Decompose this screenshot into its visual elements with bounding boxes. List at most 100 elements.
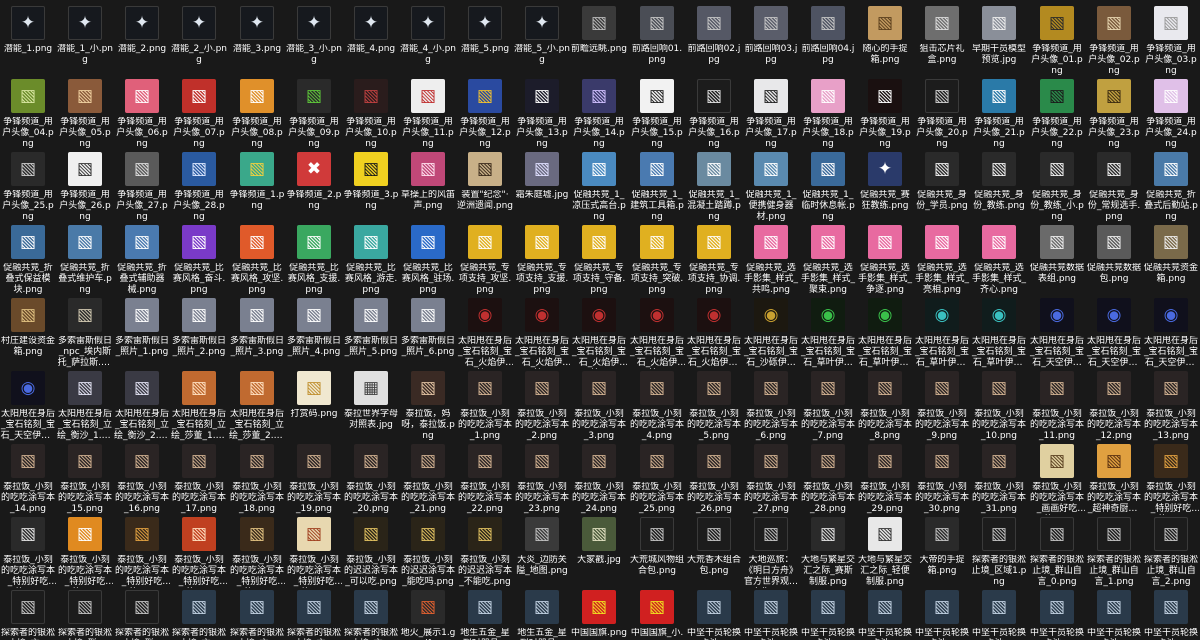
file-item[interactable]: ▧ 探索者的银淞止境_群... (114, 584, 170, 640)
file-item[interactable]: ▧ 前路回响04.jpg (800, 0, 856, 84)
file-item[interactable]: ▧ 促融共竞_折叠式保益模块.png (0, 219, 56, 303)
file-item[interactable]: ▧ 促融共竞_选手影集_样式_齐心.png (971, 219, 1027, 303)
file-item[interactable]: ▦ 泰拉世界字母对照表.jpg (343, 365, 399, 449)
file-item[interactable]: ▧ 中坚干员轮换卡池... (686, 584, 742, 640)
file-item[interactable]: ▧ 前路回响01.png (629, 0, 685, 84)
file-item[interactable]: ▧ 泰拉饭_小刻的吃吃涂写本_13.png (1143, 365, 1199, 449)
file-item[interactable]: ▧ 争锋频道_用户头像_27.png (114, 146, 170, 230)
file-item[interactable]: ▧ 泰拉饭_小刻的吃吃涂写本_8.png (857, 365, 913, 449)
file-item[interactable]: ▧ 中坚干员轮换卡池... (914, 584, 970, 640)
file-item[interactable]: ◉太阳甩在身后_宝石铭刻_宝石_火焰伊纳... (514, 292, 570, 376)
file-item[interactable]: ▧ 泰拉饭_小刻的吃吃涂写本_5.png (686, 365, 742, 449)
file-item[interactable]: ▧ 探索者的银淞止境_群山自言_1.png (1086, 511, 1142, 595)
file-item[interactable]: ▧ 争锋频道_用户头像_10.png (343, 73, 399, 157)
file-item[interactable]: ▧ 促融共竞_身份_常规选手.png (1086, 146, 1142, 230)
file-item[interactable]: ▧ 大家戳.jpg (571, 511, 627, 595)
file-item[interactable]: ▧ 争锋频道_用户头像_18.png (800, 73, 856, 157)
file-item[interactable]: ▧ 争锋频道_用户头像_01.png (1029, 0, 1085, 84)
file-item[interactable]: ▧ 促融共竞_专项支持_突破.png (629, 219, 685, 303)
file-item[interactable]: ▧ 促融共竞_选手影集_样式_共鸣.png (743, 219, 799, 303)
file-item[interactable]: ▧ 探索者的银淞止境_文... (286, 584, 342, 640)
file-item[interactable]: ▧ 早期干员模型预览.jpg (971, 0, 1027, 84)
file-item[interactable]: ✖ 争锋频道_2.png (286, 146, 342, 230)
file-item[interactable]: ▧大地巡旅：《明日方舟》官方世界观设定集.png (743, 511, 799, 595)
file-item[interactable]: ▧ 促融共竞_比赛风格_驻场.png (400, 219, 456, 303)
file-item[interactable]: ▧ 泰拉饭_小刻的吃吃涂写本_6.png (743, 365, 799, 449)
file-item[interactable]: ▧ 促融共竞_比赛风格_支援.png (286, 219, 342, 303)
file-item[interactable]: ▧ 泰拉饭_小刻的吃吃涂写本_7.png (800, 365, 856, 449)
file-item[interactable]: ▧太阳甩在身后_宝石铭刻_立绘_莎董_1.png (171, 365, 227, 449)
file-item[interactable]: ◉太阳甩在身后_宝石铭刻_宝石_沙砾伊纳I... (743, 292, 799, 376)
file-item[interactable]: ◉太阳甩在身后_宝石铭刻_宝石_火焰伊纳... (629, 292, 685, 376)
file-item[interactable]: ▧ 促融共竞_1_建筑工具箱.png (629, 146, 685, 230)
file-item[interactable]: ▧泰拉饭_小刻的吃吃涂写本_特别好吃的！... (57, 511, 113, 595)
file-item[interactable]: ▧ 泰拉饭_小刻的迟迟涂写本_能吃吗.png (400, 511, 456, 595)
file-item[interactable]: ▧ 探索者的银淞止境_群山自言_0.png (1029, 511, 1085, 595)
file-item[interactable]: ▧ 多索雷斯假日_照片_3.png (229, 292, 285, 376)
file-item[interactable]: ▧泰拉饭_小刻的吃吃涂写本_特别好吃的！... (229, 511, 285, 595)
file-item[interactable]: ✦ 潜能_2.png (114, 0, 170, 84)
file-item[interactable]: ◉太阳甩在身后_宝石铭刻_宝石_天空伊纳II... (1086, 292, 1142, 376)
file-item[interactable]: ▧ 泰拉饭_小刻的吃吃涂写本_24.png (571, 438, 627, 522)
file-item[interactable]: ▧ 装置"纪念"·逆洲遗闻.png (457, 146, 513, 230)
file-item[interactable]: ▧ 泰拉饭，妈呀，泰拉饭.png (400, 365, 456, 449)
file-item[interactable]: ▧ 随心的手提箱.png (857, 0, 913, 84)
file-item[interactable]: ▧ 泰拉饭_小刻的吃吃涂写本_12.png (1086, 365, 1142, 449)
file-item[interactable]: ◉太阳甩在身后_宝石铭刻_宝石_天空伊纳III... (0, 365, 56, 449)
file-item[interactable]: ▧太阳甩在身后_宝石铭刻_立绘_衡沙_2.png (114, 365, 170, 449)
file-item[interactable]: ▧ 促融共竞_身份_学员.png (914, 146, 970, 230)
file-item[interactable]: ▧ 争锋频道_3.png (343, 146, 399, 230)
file-item[interactable]: ▧ 争锋频道_1.png (229, 146, 285, 230)
file-item[interactable]: ▧ 多索雷斯假日_照片_5.png (343, 292, 399, 376)
file-item[interactable]: ▧ 大地与繁星交汇之际_赛斯制服.png (800, 511, 856, 595)
file-item[interactable]: ▧泰拉饭_小刻的吃吃涂写本_特别好吃的！... (0, 511, 56, 595)
file-item[interactable]: ▧ 促融共竞_折叠式后勤站.png (1143, 146, 1199, 230)
file-item[interactable]: ✦ 潜能_1.png (0, 0, 56, 84)
file-item[interactable]: ▧ 促融共竞资金箱.png (1143, 219, 1199, 303)
file-item[interactable]: ▧ 前瞻远眺.png (571, 0, 627, 84)
file-item[interactable]: ▧ 中坚干员轮换卡池... (1143, 584, 1199, 640)
file-item[interactable]: ▧ 中坚干员轮换卡池... (1086, 584, 1142, 640)
file-item[interactable]: ▧泰拉饭_小刻的吃吃涂写本_超神奇厨具.png (1086, 438, 1142, 522)
file-item[interactable]: ▧ 探索者的银淞止境_文... (343, 584, 399, 640)
file-item[interactable]: ◉太阳甩在身后_宝石铭刻_宝石_草叶伊纳I... (800, 292, 856, 376)
file-item[interactable]: ▧ 前路回响03.jpg (743, 0, 799, 84)
file-item[interactable]: ▧ 争锋频道_用户头像_17.png (743, 73, 799, 157)
file-item[interactable]: ✦ 潜能_4_小.png (400, 0, 456, 84)
file-item[interactable]: ◉太阳甩在身后_宝石铭刻_宝石_草叶伊纳II... (971, 292, 1027, 376)
file-item[interactable]: ▧ 泰拉饭_小刻的吃吃涂写本_18.png (229, 438, 285, 522)
file-item[interactable]: ✦ 潜能_5_小.png (514, 0, 570, 84)
file-item[interactable]: ▧ 促融共竞_1_临时休息帐.png (800, 146, 856, 230)
file-item[interactable]: ▧ 探索者的银淞止境_文... (171, 584, 227, 640)
file-item[interactable]: ✦ 潜能_2_小.png (171, 0, 227, 84)
file-item[interactable]: ▧ 多索雷斯假日_照片_6.png (400, 292, 456, 376)
file-item[interactable]: ▧ 泰拉饭_小刻的吃吃涂写本_27.png (743, 438, 799, 522)
file-item[interactable]: ▧ 促融共竞_身份_教练.png (971, 146, 1027, 230)
file-item[interactable]: ▧ 争锋频道_用户头像_02.png (1086, 0, 1142, 84)
file-item[interactable]: ▧ 中坚干员轮换卡池... (1029, 584, 1085, 640)
file-item[interactable]: ▧ 争锋频道_用户头像_08.png (229, 73, 285, 157)
file-item[interactable]: ▧太阳甩在身后_宝石铭刻_立绘_莎董_2.png (229, 365, 285, 449)
file-item[interactable]: ▧泰拉饭_小刻的吃吃涂写本_特别好吃的！... (1143, 438, 1199, 522)
file-item[interactable]: ▧ 泰拉饭_小刻的吃吃涂写本_17.png (171, 438, 227, 522)
file-item[interactable]: ▧ 争锋频道_用户头像_04.png (0, 73, 56, 157)
file-item[interactable]: ▧ 多索雷斯假日_照片_4.png (286, 292, 342, 376)
file-item[interactable]: ▧ 促融共竞_专项支持_协调.png (686, 219, 742, 303)
file-item[interactable]: ▧ 泰拉饭_小刻的吃吃涂写本_9.png (914, 365, 970, 449)
file-item[interactable]: ▧泰拉饭_小刻的吃吃涂写本_特别好吃的！... (171, 511, 227, 595)
file-item[interactable]: ▧多索雷斯假日_npc_埃内斯托_萨拉斯.png (57, 292, 113, 376)
file-item[interactable]: ▧ 促融共竞_折叠式辅助器械.png (114, 219, 170, 303)
file-item[interactable]: ▧ 促融共竞_1_凉压式高台.png (571, 146, 627, 230)
file-item[interactable]: ▧ 争锋频道_用户头像_26.png (57, 146, 113, 230)
file-item[interactable]: ✦ 促融共竞_赛狂教练.png (857, 146, 913, 230)
file-item[interactable]: ▧ 泰拉饭_小刻的吃吃涂写本_3.png (571, 365, 627, 449)
file-item[interactable]: ▧ 促融共竞_比赛风格_奋斗.png (171, 219, 227, 303)
file-item[interactable]: ✦ 潜能_3.png (229, 0, 285, 84)
file-item[interactable]: ▧ 争锋频道_用户头像_21.png (971, 73, 1027, 157)
file-item[interactable]: ▧ 中国国旗_小.png (629, 584, 685, 640)
file-item[interactable]: ▧ 泰拉饭_小刻的吃吃涂写本_30.png (914, 438, 970, 522)
file-item[interactable]: ▧ 促融共竞_折叠式维护车.png (57, 219, 113, 303)
file-item[interactable]: ▧ 中坚干员轮换卡池... (743, 584, 799, 640)
file-item[interactable]: ▧ 促融共竞_专项支持_支援.png (514, 219, 570, 303)
file-item[interactable]: ▧ 泰拉饭_小刻的吃吃涂写本_1.png (457, 365, 513, 449)
